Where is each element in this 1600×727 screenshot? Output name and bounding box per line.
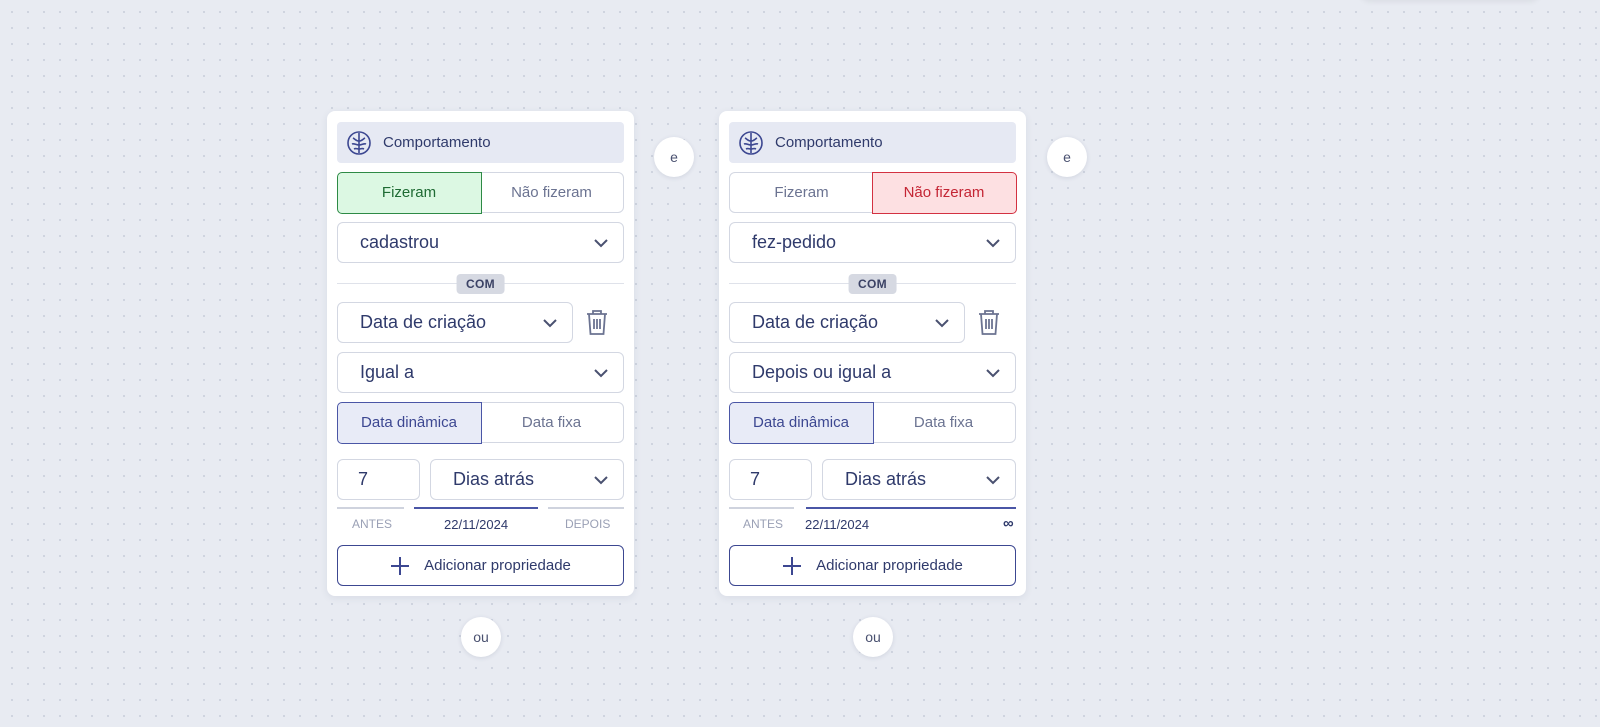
trash-icon xyxy=(979,310,999,335)
add-property-label: Adicionar propriedade xyxy=(816,557,963,574)
chevron-down-icon xyxy=(594,368,608,377)
unit-select[interactable]: Dias atrás xyxy=(430,459,624,500)
and-connector-button[interactable]: e xyxy=(654,137,694,177)
unit-select[interactable]: Dias atrás xyxy=(822,459,1016,500)
chevron-down-icon xyxy=(543,318,557,327)
event-select-value: fez-pedido xyxy=(752,232,837,252)
chevron-down-icon xyxy=(986,475,1000,484)
property-select[interactable]: Data de criação xyxy=(337,302,573,343)
plus-icon xyxy=(391,556,410,575)
range-selected-line xyxy=(414,507,538,509)
date-mode-toggle: Data dinâmica Data fixa xyxy=(728,401,1016,444)
property-select-value: Data de criação xyxy=(360,312,487,332)
property-select[interactable]: Data de criação xyxy=(729,302,965,343)
brain-icon xyxy=(737,129,765,157)
or-connector-button[interactable]: ou xyxy=(853,617,893,657)
and-connector-button[interactable]: e xyxy=(1047,137,1087,177)
operator-select[interactable]: Igual a xyxy=(337,352,624,393)
range-labels: ANTES 22/11/2024 ∞ xyxy=(729,515,1016,533)
chevron-down-icon xyxy=(935,318,949,327)
plus-icon xyxy=(783,556,802,575)
range-labels: ANTES 22/11/2024 DEPOIS xyxy=(337,517,624,533)
dynamic-date-option[interactable]: Data dinâmica xyxy=(336,401,482,444)
property-select-value: Data de criação xyxy=(752,312,879,332)
did-option[interactable]: Fizeram xyxy=(336,171,482,214)
operator-select-value: Igual a xyxy=(360,362,415,382)
delete-property-button[interactable] xyxy=(583,306,611,338)
range-before-line xyxy=(337,507,404,509)
delete-property-button[interactable] xyxy=(975,306,1003,338)
date-mode-toggle: Data dinâmica Data fixa xyxy=(336,401,624,444)
range-selected-line xyxy=(806,507,1016,509)
range-date-label: 22/11/2024 xyxy=(444,517,509,532)
unit-select-value: Dias atrás xyxy=(453,469,535,489)
unit-select-value: Dias atrás xyxy=(845,469,927,489)
chevron-down-icon xyxy=(986,238,1000,247)
range-date-label: 22/11/2024 xyxy=(805,517,870,532)
trash-icon xyxy=(587,310,607,335)
range-after-label: DEPOIS xyxy=(565,517,611,531)
chevron-down-icon xyxy=(986,368,1000,377)
chevron-down-icon xyxy=(594,475,608,484)
behavior-filter-card-1: Comportamento Fizeram Não fizeram cadast… xyxy=(327,111,634,596)
dynamic-date-option[interactable]: Data dinâmica xyxy=(728,401,874,444)
amount-input[interactable]: 7 xyxy=(337,459,420,500)
add-property-label: Adicionar propriedade xyxy=(424,557,571,574)
did-toggle: Fizeram Não fizeram xyxy=(729,171,1017,214)
did-option[interactable]: Fizeram xyxy=(730,173,873,212)
fixed-date-option[interactable]: Data fixa xyxy=(480,403,623,442)
card-title: Comportamento xyxy=(383,134,491,151)
with-badge: COM xyxy=(456,274,505,294)
did-not-option[interactable]: Não fizeram xyxy=(480,173,623,212)
event-select-value: cadastrou xyxy=(360,232,440,252)
range-after-label: ∞ xyxy=(1003,515,1014,532)
with-badge: COM xyxy=(848,274,897,294)
did-toggle: Fizeram Não fizeram xyxy=(336,171,624,214)
behavior-filter-card-2: Comportamento Fizeram Não fizeram fez-pe… xyxy=(719,111,1026,596)
operator-select[interactable]: Depois ou igual a xyxy=(729,352,1016,393)
card-header: Comportamento xyxy=(729,122,1016,163)
card-header: Comportamento xyxy=(337,122,624,163)
operator-select-value: Depois ou igual a xyxy=(752,362,892,382)
range-before-line xyxy=(729,507,794,509)
card-title: Comportamento xyxy=(775,134,883,151)
add-property-button[interactable]: Adicionar propriedade xyxy=(729,545,1016,586)
add-property-button[interactable]: Adicionar propriedade xyxy=(337,545,624,586)
did-not-option[interactable]: Não fizeram xyxy=(871,171,1017,214)
range-before-label: ANTES xyxy=(743,517,784,531)
brain-icon xyxy=(345,129,373,157)
range-before-label: ANTES xyxy=(352,517,393,531)
or-connector-button[interactable]: ou xyxy=(461,617,501,657)
chevron-down-icon xyxy=(594,238,608,247)
event-select[interactable]: cadastrou xyxy=(337,222,624,263)
event-select[interactable]: fez-pedido xyxy=(729,222,1016,263)
amount-input[interactable]: 7 xyxy=(729,459,812,500)
range-after-line xyxy=(548,507,624,509)
fixed-date-option[interactable]: Data fixa xyxy=(872,403,1015,442)
